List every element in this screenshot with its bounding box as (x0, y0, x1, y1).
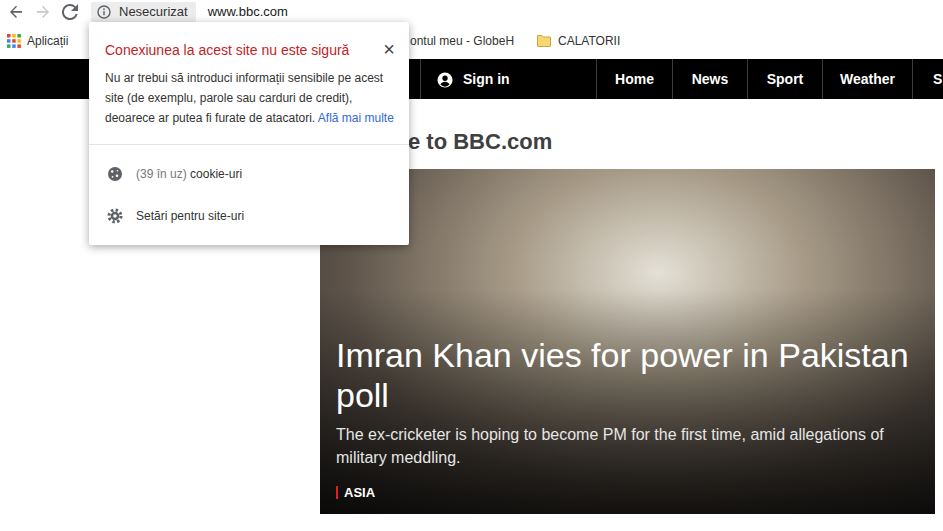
bookmark-label: Aplicații (27, 32, 68, 50)
site-info-popup: Conexiunea la acest site nu este sigură ×… (89, 22, 409, 245)
bookmark[interactable]: ontul meu - GlobeH (410, 32, 536, 50)
item-text: Setări pentru site-uri (136, 207, 244, 225)
story-card[interactable]: Imran Khan vies for power in Pakistan po… (320, 169, 935, 514)
folder-icon (536, 33, 552, 49)
nav-item-label: Weather (840, 69, 895, 90)
page-heading: e to BBC.com (408, 129, 935, 155)
tag-bar (336, 486, 338, 499)
user-icon (437, 71, 453, 87)
address-field[interactable]: www.bbc.com (208, 2, 288, 22)
nav-item-label: News (692, 69, 729, 90)
popup-items: (39 în uz) cookie-uri Setări pentru site-… (89, 145, 409, 245)
forward-icon (35, 4, 51, 20)
cookie-icon (107, 166, 123, 182)
nav-item[interactable]: S (912, 59, 943, 99)
item-label: Setări pentru site-uri (136, 209, 244, 223)
story-summary: The ex-cricketer is hoping to become PM … (336, 423, 917, 469)
sign-in-label: Sign in (463, 69, 510, 90)
reload-button[interactable] (56, 1, 83, 23)
back-button[interactable] (2, 1, 29, 23)
popup-message: Nu ar trebui să introduci informații sen… (105, 68, 397, 128)
back-icon (8, 4, 24, 20)
popup-header: Conexiunea la acest site nu este sigură ×… (89, 22, 409, 144)
popup-title: Conexiunea la acest site nu este sigură (105, 40, 349, 60)
nav-item-label: Home (615, 69, 654, 90)
tag-label: ASIA (344, 483, 375, 503)
apps-grid-icon (7, 34, 21, 48)
bookmark-label: ontul meu - GlobeH (410, 32, 514, 50)
bookmark[interactable]: CALATORII (536, 32, 620, 50)
nav-item-label: S (933, 69, 942, 90)
nav-item[interactable]: Sport (747, 59, 822, 99)
popup-divider (89, 144, 409, 145)
nav-item[interactable]: News (672, 59, 747, 99)
item-label: cookie-uri (190, 167, 242, 181)
popup-title-row: Conexiunea la acest site nu este sigură × (105, 40, 397, 60)
close-button[interactable]: × (381, 40, 397, 58)
story-headline[interactable]: Imran Khan vies for power in Pakistan po… (336, 335, 917, 415)
nav-item[interactable]: Home (596, 59, 672, 99)
sign-in-link[interactable]: Sign in (420, 59, 596, 99)
browser-toolbar: Nesecurizat www.bbc.com (0, 0, 943, 24)
cookie-count: (39 în uz) (136, 167, 187, 181)
bookmark-label: CALATORII (558, 32, 620, 50)
item-text: (39 în uz) cookie-uri (136, 165, 242, 183)
info-icon (97, 5, 111, 19)
site-settings-row[interactable]: Setări pentru site-uri (89, 195, 409, 237)
reload-icon (62, 4, 78, 20)
cookies-row[interactable]: (39 în uz) cookie-uri (89, 153, 409, 195)
nav-item[interactable]: Weather (822, 59, 912, 99)
nav-item-label: Sport (767, 69, 804, 90)
forward-button (29, 1, 56, 23)
gear-icon (107, 208, 123, 224)
story-tag[interactable]: ASIA (336, 483, 917, 503)
learn-more-link[interactable]: Află mai multe (318, 111, 394, 125)
security-label: Nesecurizat (119, 2, 188, 22)
security-chip[interactable]: Nesecurizat (91, 2, 196, 22)
